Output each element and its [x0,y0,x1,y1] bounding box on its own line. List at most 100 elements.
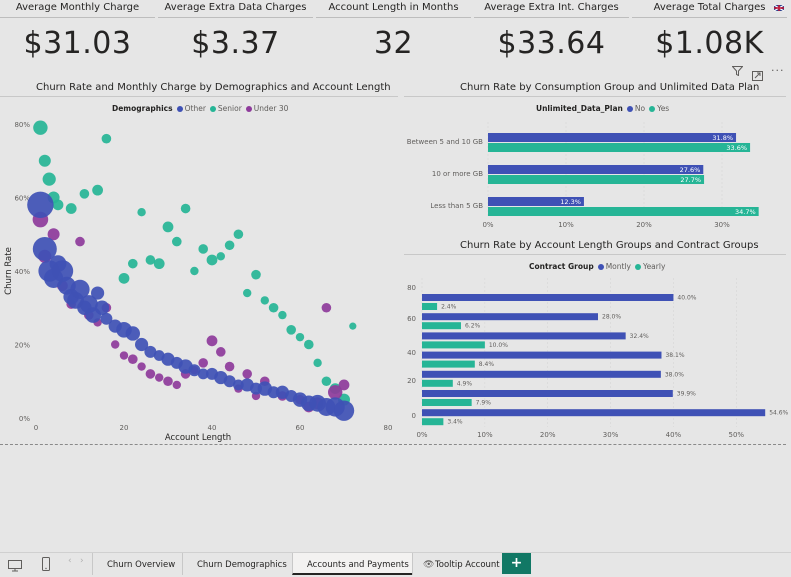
kpi-divider [158,17,313,18]
scatter-point [94,300,110,315]
data-label: 3.4% [447,419,463,426]
scatter-point [172,236,182,247]
flag-icon [774,5,784,11]
x-tick-label: 40 [208,424,217,432]
scatter-point [242,369,252,379]
kpi-card-account-length[interactable]: Account Length in Months 32 [316,0,471,78]
y-axis-title: Churn Rate [4,247,14,295]
x-tick-label: 20 [120,424,129,432]
bar-yes [488,207,759,216]
y-tick-label: 20% [14,342,30,350]
category-label: 10 or more GB [432,170,483,178]
bar-no [488,133,737,142]
page-boundary-line [0,444,786,445]
bar-montly [422,370,661,378]
scatter-point [333,400,355,421]
bar-no [488,165,704,174]
y-tick-label: 80% [14,121,30,129]
x-tick-label: 20% [540,431,556,439]
legend-dot-other [176,105,183,112]
scatter-point [304,339,314,350]
mobile-view-icon[interactable] [42,556,50,575]
scatter-chart[interactable]: 0%20%40%60%80%0 20 40 60 80Account LengthChu… [0,112,400,444]
kpi-card-avg-monthly-charge[interactable]: Average Monthly Charge $31.03 [0,0,155,78]
bar-montly [422,294,674,301]
x-tick-label: 0% [416,431,427,439]
y-tick-label: 0% [19,415,30,423]
scatter-point [79,189,90,199]
x-tick-label: 50% [729,431,745,439]
kpi-card-avg-total[interactable]: Average Total Charges $1.08K [632,0,787,78]
bar-yearly [422,379,453,387]
scatter-point [111,340,120,349]
scatter-point [251,269,261,280]
filter-icon[interactable] [731,66,744,79]
bar-yearly [422,322,461,330]
scatter-title-divider [0,96,398,97]
kpi-value: $31.03 [23,26,132,61]
data-label: 38.1% [665,352,684,359]
tab-label: Tooltip Account [435,560,500,570]
more-options-icon[interactable]: ··· [771,64,785,77]
consumption-title-divider [404,96,786,97]
page-tabs-bar: ‹ › Churn Overview Churn Demographics Ac… [0,552,791,575]
legend-dot-yearly [634,263,641,270]
desktop-view-icon[interactable] [8,557,22,576]
tab-tooltip-account[interactable]: 👁 Tooltip Account [412,553,511,575]
add-page-button[interactable]: + [502,553,531,574]
data-label: 28.0% [602,314,621,321]
legend-dot-montly [597,263,604,270]
scatter-point [27,191,54,219]
y-tick-label: 40 [407,349,416,357]
scatter-point [145,255,156,265]
scatter-point [137,208,146,217]
tab-accounts-and-payments[interactable]: Accounts and Payments [292,553,413,575]
kpi-label: Average Extra Int. Charges [484,2,619,13]
kpi-card-avg-extra-int[interactable]: Average Extra Int. Charges $33.64 [474,0,629,78]
scatter-point [38,154,51,167]
consumption-bar-chart[interactable]: 0% 10% 20% 30% 31.8% 33.6% Between 5 and 10 GB… [404,112,788,236]
legend-dot-under30 [245,105,252,112]
scatter-point [233,229,244,240]
next-page-icon[interactable]: › [80,556,84,566]
scatter-point [42,172,56,186]
scatter-title: Churn Rate and Monthly Charge by Demogra… [36,82,391,93]
y-tick-label: 80 [407,284,416,292]
scatter-point [243,288,252,298]
contract-bar-chart[interactable]: 0% 10% 20% 30% 40% 50% 40.0% 2.4% 28.0% 6.2% 32.4%… [404,270,788,442]
kpi-value: $33.64 [497,26,606,61]
scatter-point [52,199,64,211]
bar-yearly [422,418,444,426]
scatter-point [216,347,226,357]
data-label: 54.6% [769,410,788,417]
kpi-card-avg-extra-data[interactable]: Average Extra Data Charges $3.37 [158,0,313,78]
x-tick-label: 30% [603,431,619,439]
data-label: 2.4% [441,304,457,311]
x-tick-label: 10% [558,221,574,229]
data-label: 27.6% [680,166,701,174]
consumption-title: Churn Rate by Consumption Group and Unli… [460,82,760,93]
x-tick-label: 10% [477,431,493,439]
data-label: 7.9% [476,400,492,407]
scatter-point [224,361,235,372]
category-label: Between 5 and 10 GB [407,138,483,146]
scatter-point [206,254,218,266]
scatter-point [119,351,129,360]
legend-dot-yes [649,105,656,112]
prev-page-icon[interactable]: ‹ [68,556,72,566]
kpi-divider [474,17,629,18]
data-label: 40.0% [677,295,696,302]
bar-yes [488,143,751,152]
scatter-point [260,296,269,305]
scatter-point [198,244,208,254]
scatter-point [224,240,235,251]
scatter-point [91,286,105,300]
kpi-divider [316,17,471,18]
bar-montly [422,332,626,340]
scatter-point [137,362,146,371]
tab-churn-demographics[interactable]: Churn Demographics [182,553,293,575]
scatter-point [101,133,112,144]
bar-yes [488,175,705,184]
scatter-point [153,258,165,270]
bar-yearly [422,341,485,349]
